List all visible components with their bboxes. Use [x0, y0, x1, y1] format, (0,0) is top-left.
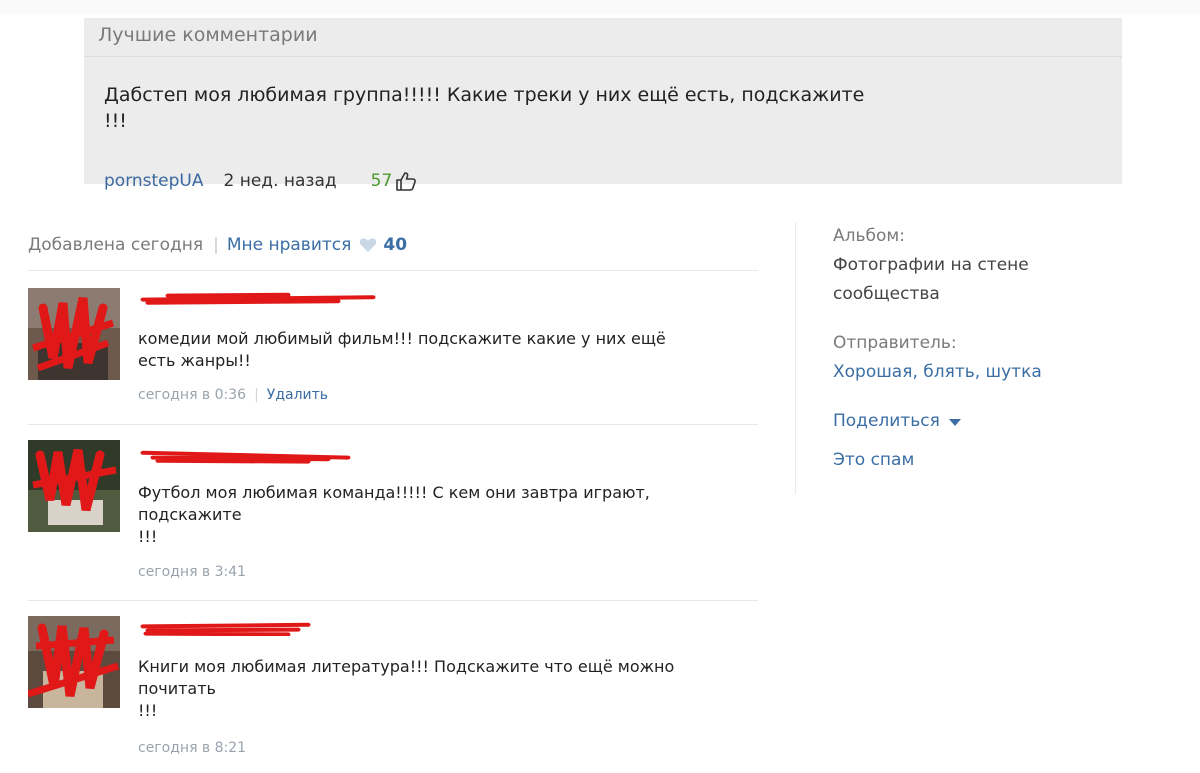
sender-label: Отправитель:: [833, 333, 957, 353]
divider: [28, 270, 758, 271]
meta-separator: |: [254, 387, 259, 403]
avatar[interactable]: [28, 616, 120, 708]
comment-text-line: комедии мой любимый фильм!!! подскажите …: [138, 329, 666, 348]
best-comment-time: 2 нед. назад: [223, 171, 337, 191]
delete-comment-link[interactable]: Удалить: [267, 386, 328, 404]
best-comment-text-line1: Дабстеп моя любимая группа!!!!! Какие тр…: [104, 84, 865, 106]
comment-text-line: !!!: [138, 527, 158, 546]
report-spam-link[interactable]: Это спам: [833, 446, 1163, 475]
spam-label: Это спам: [833, 450, 915, 470]
best-comment-author-link[interactable]: pornstepUA: [104, 170, 204, 192]
best-comment-text-line2: !!!: [104, 110, 127, 132]
heart-icon[interactable]: [359, 237, 377, 253]
photo-added-date: Добавлена сегодня: [28, 235, 204, 255]
best-comment-like-button[interactable]: 57: [371, 170, 419, 192]
comment-meta: сегодня в 3:41: [138, 563, 246, 581]
comment-text: Футбол моя любимая команда!!!!! С кем он…: [138, 482, 748, 548]
best-comments-block: Лучшие комментарии Дабстеп моя любимая г…: [84, 18, 1122, 191]
sidebar-divider: [795, 222, 796, 494]
album-name-line1[interactable]: Фотографии на стене: [833, 251, 1163, 280]
redacted-author-name: [140, 292, 376, 305]
dropdown-arrow-icon: [948, 418, 961, 426]
comment-time[interactable]: сегодня в 8:21: [138, 739, 246, 757]
photo-like-count[interactable]: 40: [383, 234, 407, 256]
comment-meta: сегодня в 8:21: [138, 739, 246, 757]
comment-time[interactable]: сегодня в 0:36: [138, 386, 246, 404]
album-info: Альбом: Фотографии на стене сообщества: [833, 222, 1163, 309]
photo-like-button[interactable]: Мне нравится: [227, 234, 352, 256]
comment-time[interactable]: сегодня в 3:41: [138, 563, 246, 581]
comment-meta: сегодня в 0:36 | Удалить: [138, 386, 328, 404]
sender-info: Отправитель: Хорошая, блять, шутка: [833, 329, 1163, 387]
sender-link[interactable]: Хорошая, блять, шутка: [833, 358, 1163, 387]
thumbs-up-icon: [396, 172, 417, 191]
comment-text-line: подскажите: [138, 505, 242, 524]
best-comment-text: Дабстеп моя любимая группа!!!!! Какие тр…: [104, 82, 964, 134]
photo-info-bar: Добавлена сегодня | Мне нравится 40: [28, 234, 407, 256]
comment-text-line: Книги моя любимая литература!!! Подскажи…: [138, 657, 675, 676]
divider: [28, 600, 758, 601]
share-label: Поделиться: [833, 411, 940, 431]
album-label: Альбом:: [833, 226, 905, 246]
redacted-author-name: [140, 450, 351, 464]
top-strip: [0, 0, 1200, 14]
comment-text-line: Футбол моя любимая команда!!!!! С кем он…: [138, 483, 650, 502]
best-comments-header: Лучшие комментарии: [84, 18, 1122, 57]
share-button[interactable]: Поделиться: [833, 407, 1163, 436]
redacted-author-name: [140, 622, 311, 636]
best-comment-meta: pornstepUA 2 нед. назад 57: [104, 169, 418, 193]
comment-text-line: !!!: [138, 701, 158, 720]
avatar[interactable]: [28, 440, 120, 532]
info-separator: |: [213, 235, 219, 255]
comment-text-line: почитать: [138, 679, 216, 698]
best-comment-like-count: 57: [370, 171, 393, 191]
comment-text: комедии мой любимый фильм!!! подскажите …: [138, 328, 748, 372]
comment-text: Книги моя любимая литература!!! Подскажи…: [138, 656, 748, 722]
divider: [28, 424, 758, 425]
comment-text-line: есть жанры!!: [138, 351, 251, 370]
album-name-line2[interactable]: сообщества: [833, 280, 1163, 309]
avatar[interactable]: [28, 288, 120, 380]
